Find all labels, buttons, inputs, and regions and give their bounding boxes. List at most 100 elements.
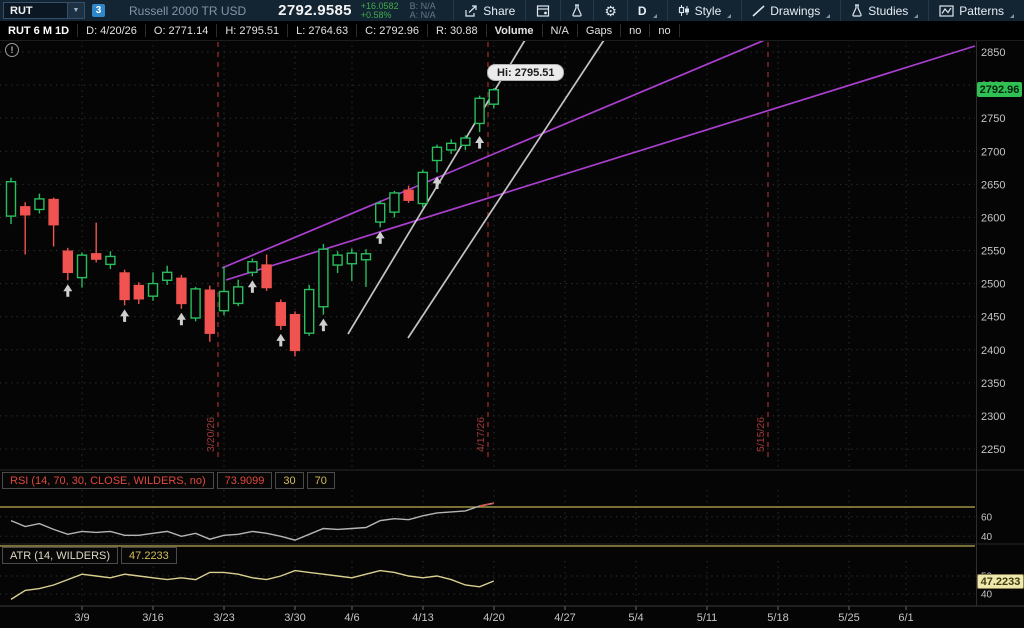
svg-text:2550: 2550 xyxy=(981,246,1005,258)
style-button[interactable]: Style xyxy=(667,0,742,21)
rsi-pane[interactable]: 6040 xyxy=(0,503,993,546)
rsi-study-label[interactable]: RSI (14, 70, 30, CLOSE, WILDERS, no) xyxy=(2,472,214,489)
symbol-input[interactable]: RUT ▼ xyxy=(3,2,85,19)
calendar-events-button[interactable] xyxy=(525,0,560,21)
candle-4/9 xyxy=(390,193,399,212)
buy-signal-arrow xyxy=(319,319,328,326)
link-group-badge[interactable]: 3 xyxy=(92,4,105,17)
chevron-down-icon xyxy=(914,14,918,18)
analyze-button[interactable] xyxy=(560,0,593,21)
candle-3/3 xyxy=(21,207,30,215)
toolbar-buttons: Share ⚙ D Style xyxy=(453,0,1024,21)
candle-3/11 xyxy=(106,256,115,264)
buy-signal-arrow xyxy=(63,284,72,291)
drawings-button[interactable]: Drawings xyxy=(741,0,840,21)
candle-3/20 xyxy=(205,290,214,333)
svg-text:2500: 2500 xyxy=(981,279,1005,291)
share-button[interactable]: Share xyxy=(453,0,525,21)
chart-title: RUT 6 M 1D xyxy=(0,24,78,37)
bid-ask: B: N/A A: N/A xyxy=(410,2,436,20)
chart-info-icon[interactable]: ! xyxy=(5,43,19,57)
symbol-dropdown-button[interactable]: ▼ xyxy=(67,3,84,18)
trendline-pencil-icon xyxy=(752,5,765,17)
atr-pane[interactable]: 5040 xyxy=(0,571,993,601)
candle-3/2 xyxy=(7,182,16,216)
rsi-header-strip: RSI (14, 70, 30, CLOSE, WILDERS, no) 73.… xyxy=(2,472,335,489)
candle-3/4 xyxy=(35,199,44,210)
high-price-bubble: Hi: 2795.51 xyxy=(487,64,564,81)
chart-canvas[interactable]: 2850280027502700265026002550250024502400… xyxy=(0,0,1024,628)
svg-text:40: 40 xyxy=(981,590,993,601)
candle-3/12 xyxy=(120,273,129,299)
rsi-line xyxy=(11,503,494,540)
trendline-purple-2[interactable] xyxy=(226,46,975,280)
timeframe-button[interactable]: D xyxy=(627,0,667,21)
candle-3/23 xyxy=(220,292,229,311)
atr-header-strip: ATR (14, WILDERS) 47.2233 xyxy=(2,547,177,564)
candle-3/24 xyxy=(234,287,243,304)
svg-text:4/6: 4/6 xyxy=(344,612,359,624)
svg-text:2650: 2650 xyxy=(981,179,1005,191)
svg-text:4/20: 4/20 xyxy=(483,612,504,624)
svg-text:4/27: 4/27 xyxy=(554,612,575,624)
buy-signal-arrow xyxy=(248,280,257,287)
svg-text:2400: 2400 xyxy=(981,345,1005,357)
patterns-button[interactable]: Patterns xyxy=(928,0,1024,21)
candle-4/16 xyxy=(461,138,470,145)
open-cell: O: 2771.14 xyxy=(146,24,217,37)
expiration-label: 5/15/26 xyxy=(755,417,767,452)
volume-label: Volume xyxy=(487,24,543,37)
drawings-layer[interactable] xyxy=(222,40,975,338)
candle-3/19 xyxy=(191,289,200,318)
studies-label: Studies xyxy=(868,4,908,18)
svg-text:2850: 2850 xyxy=(981,47,1005,59)
atr-study-label[interactable]: ATR (14, WILDERS) xyxy=(2,547,118,564)
high-cell: H: 2795.51 xyxy=(217,24,288,37)
chevron-down-icon xyxy=(826,14,830,18)
candle-4/10 xyxy=(404,190,413,200)
candle-3/5 xyxy=(49,200,58,225)
atr-current-value: 47.2233 xyxy=(121,547,177,564)
candle-3/27 xyxy=(276,303,285,325)
svg-text:5/18: 5/18 xyxy=(767,612,788,624)
candle-3/13 xyxy=(134,286,143,299)
candle-4/7 xyxy=(362,254,371,260)
settings-button[interactable]: ⚙ xyxy=(593,0,627,21)
candle-3/17 xyxy=(163,272,172,280)
expiration-label: 3/20/26 xyxy=(205,417,217,452)
buy-signal-arrow xyxy=(120,309,129,316)
gear-icon: ⚙ xyxy=(604,4,617,18)
top-toolbar: RUT ▼ 3 Russell 2000 TR USD 2792.9585 +1… xyxy=(0,0,1024,21)
drawings-label: Drawings xyxy=(770,4,820,18)
svg-text:2600: 2600 xyxy=(981,212,1005,224)
last-price-badge: 2792.96 xyxy=(977,82,1022,97)
candle-3/26 xyxy=(262,265,271,287)
atr-line xyxy=(11,571,494,600)
ask-value: A: N/A xyxy=(410,11,436,20)
rsi-oversold-value: 30 xyxy=(275,472,303,489)
symbol-value[interactable]: RUT xyxy=(4,5,67,17)
low-cell: L: 2764.63 xyxy=(288,24,357,37)
symbol-description: Russell 2000 TR USD xyxy=(129,4,246,18)
candle-4/14 xyxy=(433,147,442,160)
svg-text:5/4: 5/4 xyxy=(628,612,643,624)
price-axis[interactable]: 2850280027502700265026002550250024502400… xyxy=(0,47,1005,456)
share-label: Share xyxy=(483,4,515,18)
svg-text:3/30: 3/30 xyxy=(284,612,305,624)
candle-4/13 xyxy=(418,172,427,203)
style-label: Style xyxy=(695,4,722,18)
studies-button[interactable]: Studies xyxy=(840,0,928,21)
candle-3/16 xyxy=(149,284,158,297)
time-axis[interactable]: 3/93/163/233/304/64/134/204/275/45/115/1… xyxy=(74,40,913,624)
svg-text:40: 40 xyxy=(981,532,993,543)
svg-text:2750: 2750 xyxy=(981,113,1005,125)
svg-text:3/9: 3/9 xyxy=(74,612,89,624)
timeframe-label: D xyxy=(638,4,647,18)
svg-text:5/11: 5/11 xyxy=(697,612,718,624)
buy-signal-arrow xyxy=(177,313,186,320)
buy-signal-arrow xyxy=(475,136,484,143)
candle-3/6 xyxy=(63,251,72,272)
svg-text:2700: 2700 xyxy=(981,146,1005,158)
rsi-current-value: 73.9099 xyxy=(217,472,273,489)
svg-text:5/25: 5/25 xyxy=(838,612,859,624)
